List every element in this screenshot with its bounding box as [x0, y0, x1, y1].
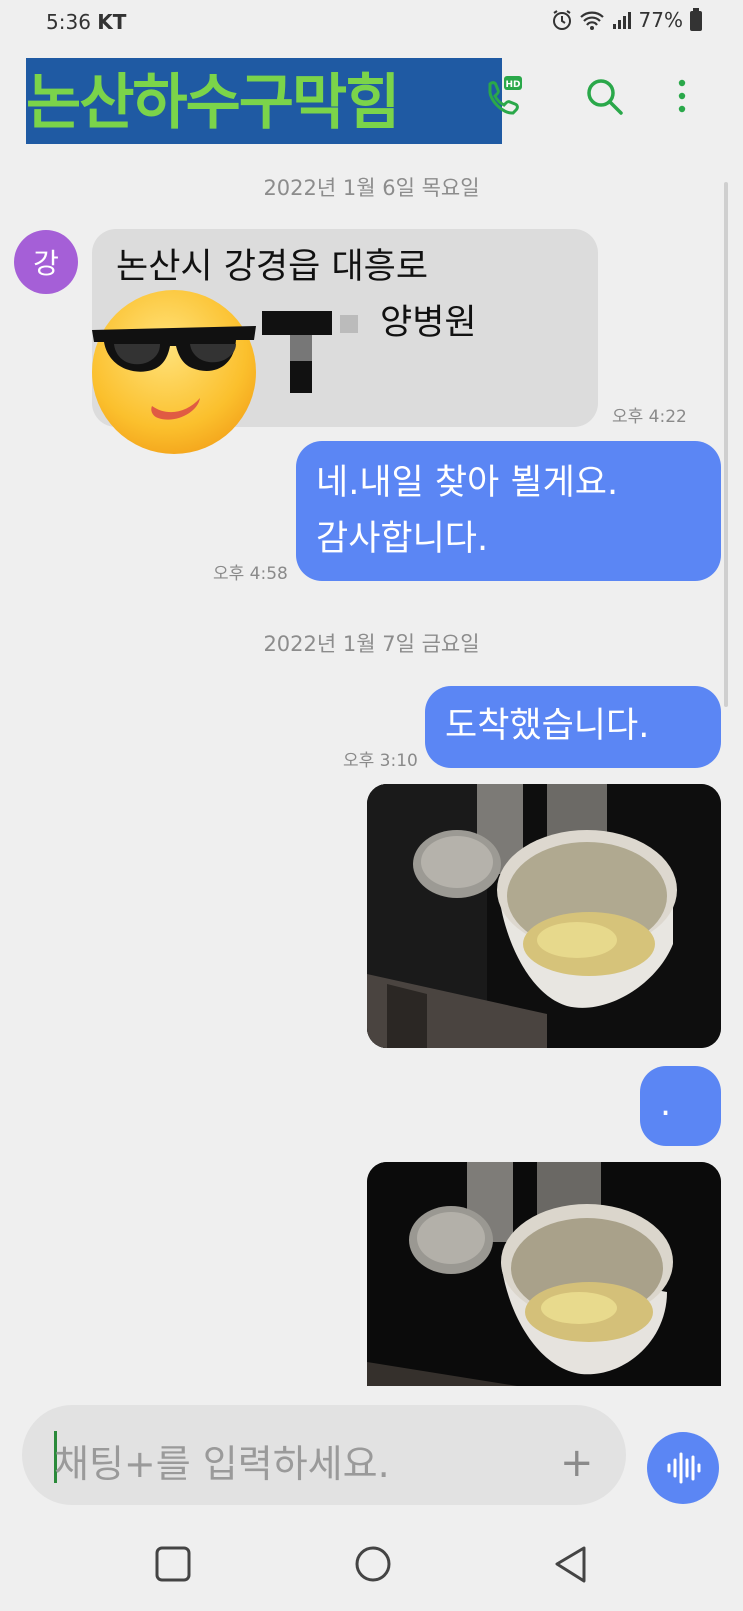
- wifi-icon: [579, 11, 604, 30]
- outgoing-timestamp: 오후 3:10: [343, 751, 418, 771]
- status-bar: 5:36 KT 77%: [0, 0, 743, 48]
- chat-title: 논산하수구막힘: [26, 69, 400, 136]
- date-separator: 2022년 1월 7일 금요일: [263, 632, 480, 656]
- outgoing-message-bubble[interactable]: 도착했습니다.: [425, 686, 721, 768]
- svg-text:HD: HD: [505, 80, 520, 90]
- signal-icon: [612, 12, 631, 29]
- outgoing-message-bubble[interactable]: 네.내일 찾아 뵐게요. 감사합니다.: [296, 441, 721, 581]
- photo-message[interactable]: [367, 1162, 721, 1386]
- outgoing-timestamp: 오후 4:58: [213, 564, 288, 584]
- date-separator: 2022년 1월 6일 목요일: [263, 176, 480, 200]
- photo-message[interactable]: [367, 784, 721, 1048]
- outgoing-line-2: 감사합니다.: [316, 519, 489, 559]
- hd-call-icon[interactable]: HD: [480, 74, 524, 118]
- search-icon[interactable]: [582, 74, 626, 118]
- alarm-icon: [552, 10, 571, 30]
- outgoing-text: 도착했습니다.: [445, 706, 650, 746]
- drain-photo-image: [367, 784, 721, 1048]
- back-icon[interactable]: [552, 1545, 590, 1585]
- voice-input-button[interactable]: [647, 1432, 719, 1504]
- home-icon[interactable]: [353, 1545, 393, 1585]
- sunglasses-emoji-icon: [92, 290, 256, 454]
- outgoing-text: .: [660, 1084, 672, 1124]
- outgoing-line-1: 네.내일 찾아 뵐게요.: [316, 463, 619, 503]
- redaction-mark: [262, 311, 332, 335]
- battery-level: 77%: [638, 8, 683, 32]
- redaction-mark: [290, 335, 312, 361]
- add-attachment-button[interactable]: +: [560, 1440, 594, 1486]
- redaction-mark: [340, 315, 358, 333]
- recents-icon[interactable]: [154, 1545, 192, 1583]
- chat-input[interactable]: 채팅+를 입력하세요.: [22, 1405, 626, 1505]
- more-vert-icon[interactable]: [660, 74, 704, 118]
- avatar[interactable]: 강: [14, 230, 78, 294]
- drain-photo-image: [367, 1162, 721, 1386]
- redaction-mark: [290, 361, 312, 393]
- status-right: 77%: [551, 8, 703, 32]
- incoming-line-2: 양병원: [380, 303, 477, 343]
- waveform-icon: [667, 1452, 701, 1484]
- status-time: 5:36 KT: [46, 10, 127, 34]
- battery-icon: [690, 8, 702, 31]
- outgoing-message-bubble[interactable]: .: [640, 1066, 721, 1146]
- incoming-timestamp: 오후 4:22: [612, 407, 687, 427]
- chat-input-placeholder: 채팅+를 입력하세요.: [54, 1442, 390, 1486]
